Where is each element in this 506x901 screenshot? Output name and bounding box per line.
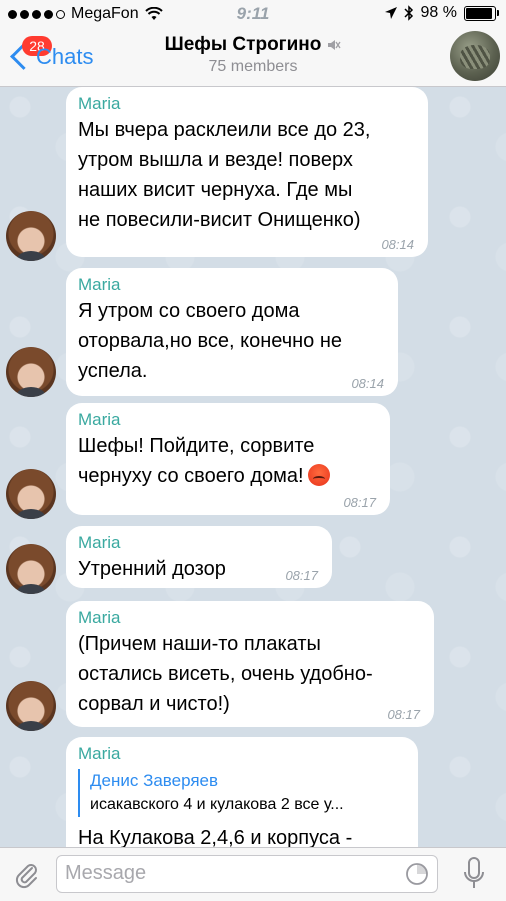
message-bubble[interactable]: Maria Я утром со своего дома оторвала,но… — [66, 268, 398, 396]
angry-face-emoji-icon — [307, 464, 330, 486]
muted-speaker-icon — [328, 40, 341, 50]
bluetooth-icon — [404, 5, 413, 21]
member-count: 75 members — [208, 58, 298, 75]
reply-author: Денис Заверяев — [90, 771, 219, 790]
navigation-bar: 28 Chats Шефы Строгино 75 members — [0, 28, 506, 87]
paperclip-icon[interactable] — [12, 860, 42, 890]
message-input[interactable] — [57, 856, 393, 890]
message-bubble[interactable]: Maria Шефы! Пойдите, сорвите чернуху со … — [66, 403, 390, 515]
avatar[interactable] — [6, 681, 56, 731]
battery-percent: 98 % — [420, 4, 457, 21]
sender-name[interactable]: Maria — [78, 409, 376, 431]
sticker-icon[interactable] — [405, 862, 429, 886]
message-text: Шефы! Пойдите, сорвите чернуху со своего… — [78, 431, 376, 491]
message-text: Я утром со своего дома оторвала,но все, … — [78, 300, 343, 382]
message-text-body: Шефы! Пойдите, сорвите чернуху со своего… — [78, 435, 315, 487]
battery-icon — [464, 5, 499, 21]
message-text: (Причем наши-то плакаты остались висеть,… — [78, 633, 373, 715]
message-field[interactable] — [56, 855, 438, 893]
chat-title-area[interactable]: Шефы Строгино 75 members — [0, 34, 506, 76]
sender-name[interactable]: Maria — [78, 607, 420, 629]
status-right: 98 % — [384, 4, 499, 22]
message-list[interactable]: Maria Мы вчера расклеили все до 23, утро… — [0, 87, 506, 847]
message-bubble[interactable]: Maria Денис Заверяев исакавского 4 и кул… — [66, 737, 418, 847]
chat-title: Шефы Строгино — [164, 34, 322, 55]
reply-quote[interactable]: Денис Заверяев исакавского 4 и кулакова … — [78, 769, 404, 817]
message-bubble[interactable]: Maria (Причем наши-то плакаты остались в… — [66, 601, 434, 727]
microphone-icon[interactable] — [462, 856, 486, 892]
message-input-bar — [0, 847, 506, 901]
location-arrow-icon — [384, 7, 397, 19]
message-text: На Кулакова 2,4,6 и корпуса - — [78, 827, 353, 847]
message-bubble[interactable]: Maria Мы вчера расклеили все до 23, утро… — [66, 87, 428, 257]
message-bubble[interactable]: Maria Утренний дозор 08:17 — [66, 526, 332, 588]
avatar[interactable] — [6, 544, 56, 594]
message-text: Утренний дозор — [78, 558, 226, 580]
avatar[interactable] — [6, 469, 56, 519]
reply-text: исакавского 4 и кулакова 2 все у... — [90, 796, 344, 813]
message-time: 08:14 — [351, 376, 384, 391]
sender-name[interactable]: Maria — [78, 743, 404, 765]
chat-title-row: Шефы Строгино — [165, 34, 342, 56]
group-avatar[interactable] — [450, 31, 500, 81]
avatar[interactable] — [6, 347, 56, 397]
sender-name[interactable]: Maria — [78, 532, 318, 554]
sender-name[interactable]: Maria — [78, 274, 384, 296]
message-time: 08:17 — [387, 707, 420, 722]
message-text: Мы вчера расклеили все до 23, утром вышл… — [78, 119, 371, 231]
message-time: 08:17 — [285, 568, 318, 583]
status-bar: MegaFon 9:11 98 % — [0, 0, 506, 28]
message-time: 08:17 — [343, 495, 376, 510]
sender-name[interactable]: Maria — [78, 93, 414, 115]
message-time: 08:14 — [381, 237, 414, 252]
avatar[interactable] — [6, 211, 56, 261]
